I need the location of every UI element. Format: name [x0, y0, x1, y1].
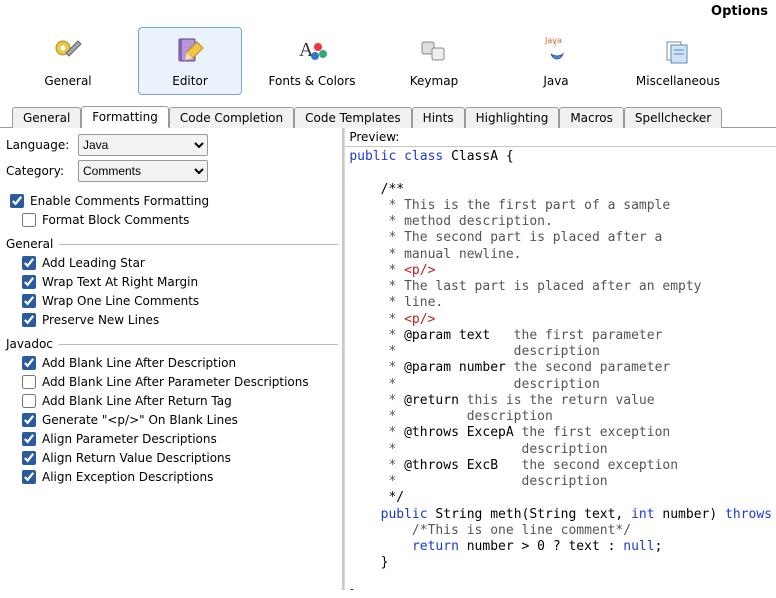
- group-general: General: [6, 237, 53, 251]
- checkbox[interactable]: [22, 213, 36, 227]
- preview-code: public class ClassA { /** * This is the …: [345, 147, 776, 590]
- wrap-one-line[interactable]: Wrap One Line Comments: [22, 294, 338, 308]
- checkbox[interactable]: [22, 294, 36, 308]
- tab-hints[interactable]: Hints: [412, 107, 465, 128]
- editor-icon: [173, 34, 207, 68]
- toolbar-editor[interactable]: Editor: [138, 27, 242, 95]
- svg-text:Java: Java: [544, 36, 562, 45]
- language-select[interactable]: Java: [78, 134, 208, 156]
- toolbar-general[interactable]: General: [16, 27, 120, 95]
- toolbar-misc[interactable]: Miscellaneous: [626, 27, 730, 95]
- toolbar-label: Java: [543, 74, 568, 88]
- checkbox[interactable]: [10, 194, 24, 208]
- wrap-right-margin[interactable]: Wrap Text At Right Margin: [22, 275, 338, 289]
- tab-code-templates[interactable]: Code Templates: [294, 107, 412, 128]
- checkbox[interactable]: [22, 256, 36, 270]
- tab-formatting[interactable]: Formatting: [81, 106, 169, 128]
- divider: [59, 244, 338, 245]
- toolbar-label: Editor: [172, 74, 208, 88]
- enable-comments-formatting[interactable]: Enable Comments Formatting: [10, 194, 338, 208]
- content-area: Language: Java Category: Comments Enable…: [0, 127, 776, 590]
- keycap-icon: [417, 34, 451, 68]
- add-leading-star[interactable]: Add Leading Star: [22, 256, 338, 270]
- tab-spellchecker[interactable]: Spellchecker: [624, 107, 722, 128]
- tab-bar: General Formatting Code Completion Code …: [0, 105, 776, 127]
- preview-pane: Preview: public class ClassA { /** * Thi…: [344, 128, 776, 590]
- checkbox[interactable]: [22, 313, 36, 327]
- toolbar-keymap[interactable]: Keymap: [382, 27, 486, 95]
- blank-after-description[interactable]: Add Blank Line After Description: [22, 356, 338, 370]
- window-title: Options: [0, 0, 776, 21]
- toolbar-label: General: [44, 74, 91, 88]
- palette-icon: A: [295, 34, 329, 68]
- checkbox[interactable]: [22, 375, 36, 389]
- tab-highlighting[interactable]: Highlighting: [465, 107, 560, 128]
- toolbar-java[interactable]: Java Java: [504, 27, 608, 95]
- generate-p-blank[interactable]: Generate "<p/>" On Blank Lines: [22, 413, 338, 427]
- misc-icon: [661, 34, 695, 68]
- java-icon: Java: [539, 34, 573, 68]
- checkbox[interactable]: [22, 394, 36, 408]
- preserve-new-lines[interactable]: Preserve New Lines: [22, 313, 338, 327]
- preview-label: Preview:: [345, 128, 776, 147]
- category-select[interactable]: Comments: [78, 160, 208, 182]
- category-label: Category:: [6, 164, 78, 178]
- checkbox[interactable]: [22, 451, 36, 465]
- toolbar-fonts[interactable]: A Fonts & Colors: [260, 27, 364, 95]
- category-toolbar: General Editor A Fonts & Colors Keymap J…: [0, 21, 776, 105]
- checkbox[interactable]: [22, 432, 36, 446]
- checkbox[interactable]: [22, 356, 36, 370]
- format-block-comments[interactable]: Format Block Comments: [22, 213, 338, 227]
- divider: [59, 344, 338, 345]
- tab-code-completion[interactable]: Code Completion: [169, 107, 294, 128]
- toolbar-label: Fonts & Colors: [269, 74, 356, 88]
- tab-general[interactable]: General: [12, 107, 81, 128]
- align-exception[interactable]: Align Exception Descriptions: [22, 470, 338, 484]
- checkbox[interactable]: [22, 275, 36, 289]
- blank-after-return[interactable]: Add Blank Line After Return Tag: [22, 394, 338, 408]
- align-return[interactable]: Align Return Value Descriptions: [22, 451, 338, 465]
- checkbox[interactable]: [22, 470, 36, 484]
- blank-after-param[interactable]: Add Blank Line After Parameter Descripti…: [22, 375, 338, 389]
- toolbar-label: Keymap: [410, 74, 458, 88]
- gear-wrench-icon: [51, 34, 85, 68]
- checkbox[interactable]: [22, 413, 36, 427]
- settings-pane: Language: Java Category: Comments Enable…: [0, 128, 342, 590]
- tab-macros[interactable]: Macros: [559, 107, 624, 128]
- toolbar-label: Miscellaneous: [636, 74, 720, 88]
- group-javadoc: Javadoc: [6, 337, 53, 351]
- language-label: Language:: [6, 138, 78, 152]
- align-param[interactable]: Align Parameter Descriptions: [22, 432, 338, 446]
